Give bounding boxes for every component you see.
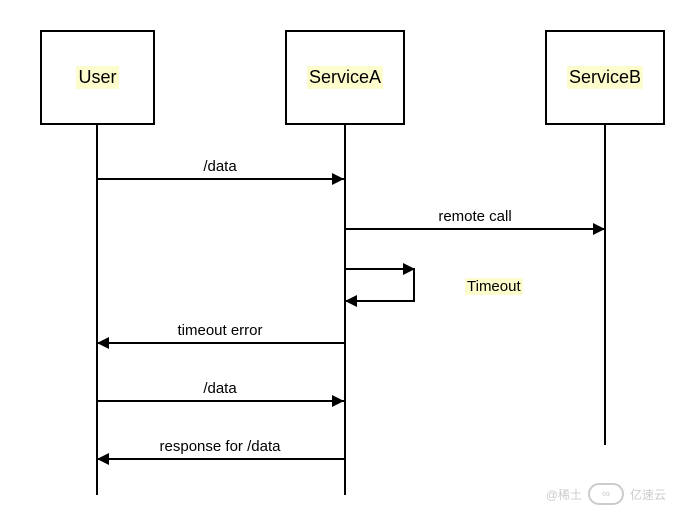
participant-serviceb: ServiceB bbox=[545, 30, 665, 125]
lifeline-user bbox=[96, 125, 98, 495]
lifeline-serviceb bbox=[604, 125, 606, 445]
watermark-brand: 亿速云 bbox=[630, 486, 666, 503]
message-timeouterror-label: timeout error bbox=[177, 322, 262, 339]
message-data2-label: /data bbox=[203, 380, 236, 397]
message-timeout-arrow-top bbox=[403, 263, 415, 275]
watermark-left: @稀土 bbox=[546, 486, 582, 503]
participant-servicea: ServiceA bbox=[285, 30, 405, 125]
message-response-label: response for /data bbox=[160, 438, 281, 455]
message-timeout-arrow-bottom bbox=[345, 295, 357, 307]
message-data2-line bbox=[97, 400, 344, 402]
message-response-arrow bbox=[97, 453, 109, 465]
message-data1-arrow bbox=[332, 173, 344, 185]
message-data2-arrow bbox=[332, 395, 344, 407]
watermark-cloud-icon: ∞ bbox=[588, 483, 624, 505]
message-data1-label: /data bbox=[203, 158, 236, 175]
lifeline-servicea bbox=[344, 125, 346, 495]
watermark: @稀土 ∞ 亿速云 bbox=[546, 483, 666, 505]
message-timeouterror-arrow bbox=[97, 337, 109, 349]
participant-servicea-label: ServiceA bbox=[307, 66, 383, 89]
message-remotecall-arrow bbox=[593, 223, 605, 235]
participant-serviceb-label: ServiceB bbox=[567, 66, 643, 89]
message-remotecall-line bbox=[345, 228, 604, 230]
message-response-line bbox=[97, 458, 344, 460]
message-timeouterror-line bbox=[97, 342, 344, 344]
sequence-diagram: User ServiceA ServiceB /data remote call… bbox=[0, 0, 686, 520]
message-remotecall-label: remote call bbox=[438, 208, 511, 225]
message-timeout-label: Timeout bbox=[465, 278, 523, 295]
participant-user: User bbox=[40, 30, 155, 125]
message-data1-line bbox=[97, 178, 344, 180]
participant-user-label: User bbox=[76, 66, 118, 89]
